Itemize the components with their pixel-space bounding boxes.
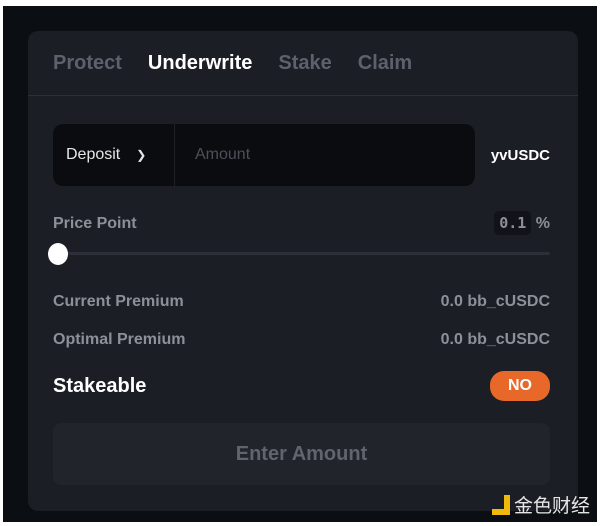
underwrite-card: Protect Underwrite Stake Claim Deposit ❯… [28, 31, 578, 511]
stakeable-label: Stakeable [53, 374, 147, 397]
optimal-premium-value: 0.0 bb_cUSDC [440, 331, 550, 348]
price-point-unit: % [535, 215, 550, 232]
token-label: yvUSDC [490, 146, 550, 164]
enter-amount-button[interactable]: Enter Amount [53, 423, 550, 485]
watermark-logo-icon [491, 494, 510, 515]
current-premium-value: 0.0 bb_cUSDC [440, 293, 550, 310]
price-point-input[interactable]: 0.1 [494, 211, 532, 235]
price-point-slider-thumb[interactable] [48, 243, 68, 265]
stakeable-badge: NO [490, 371, 550, 401]
stakeable-row: Stakeable NO [53, 371, 550, 401]
current-premium-label: Current Premium [53, 293, 184, 310]
amount-row: Deposit ❯ yvUSDC [53, 124, 550, 186]
price-point-slider-track[interactable] [53, 252, 550, 255]
app-frame: Protect Underwrite Stake Claim Deposit ❯… [3, 6, 597, 522]
watermark-text: 金色财经 [513, 495, 590, 517]
current-premium-row: Current Premium 0.0 bb_cUSDC [53, 293, 550, 311]
optimal-premium-label: Optimal Premium [53, 331, 186, 348]
mode-select-value: Deposit [66, 146, 121, 163]
amount-input[interactable] [175, 124, 475, 186]
optimal-premium-row: Optimal Premium 0.0 bb_cUSDC [53, 331, 550, 349]
mode-select[interactable]: Deposit ❯ [53, 124, 175, 186]
tab-stake[interactable]: Stake [278, 52, 331, 75]
tab-underwrite[interactable]: Underwrite [148, 52, 252, 75]
tab-protect[interactable]: Protect [53, 52, 122, 75]
price-point-row: Price Point 0.1 % [53, 211, 550, 235]
tab-bar: Protect Underwrite Stake Claim [28, 31, 578, 96]
price-point-label: Price Point [53, 214, 137, 232]
watermark: 金色财经 [491, 491, 590, 518]
chevron-down-icon: ❯ [136, 148, 147, 162]
tab-claim[interactable]: Claim [358, 52, 412, 75]
amount-input-group: Deposit ❯ [53, 124, 475, 186]
